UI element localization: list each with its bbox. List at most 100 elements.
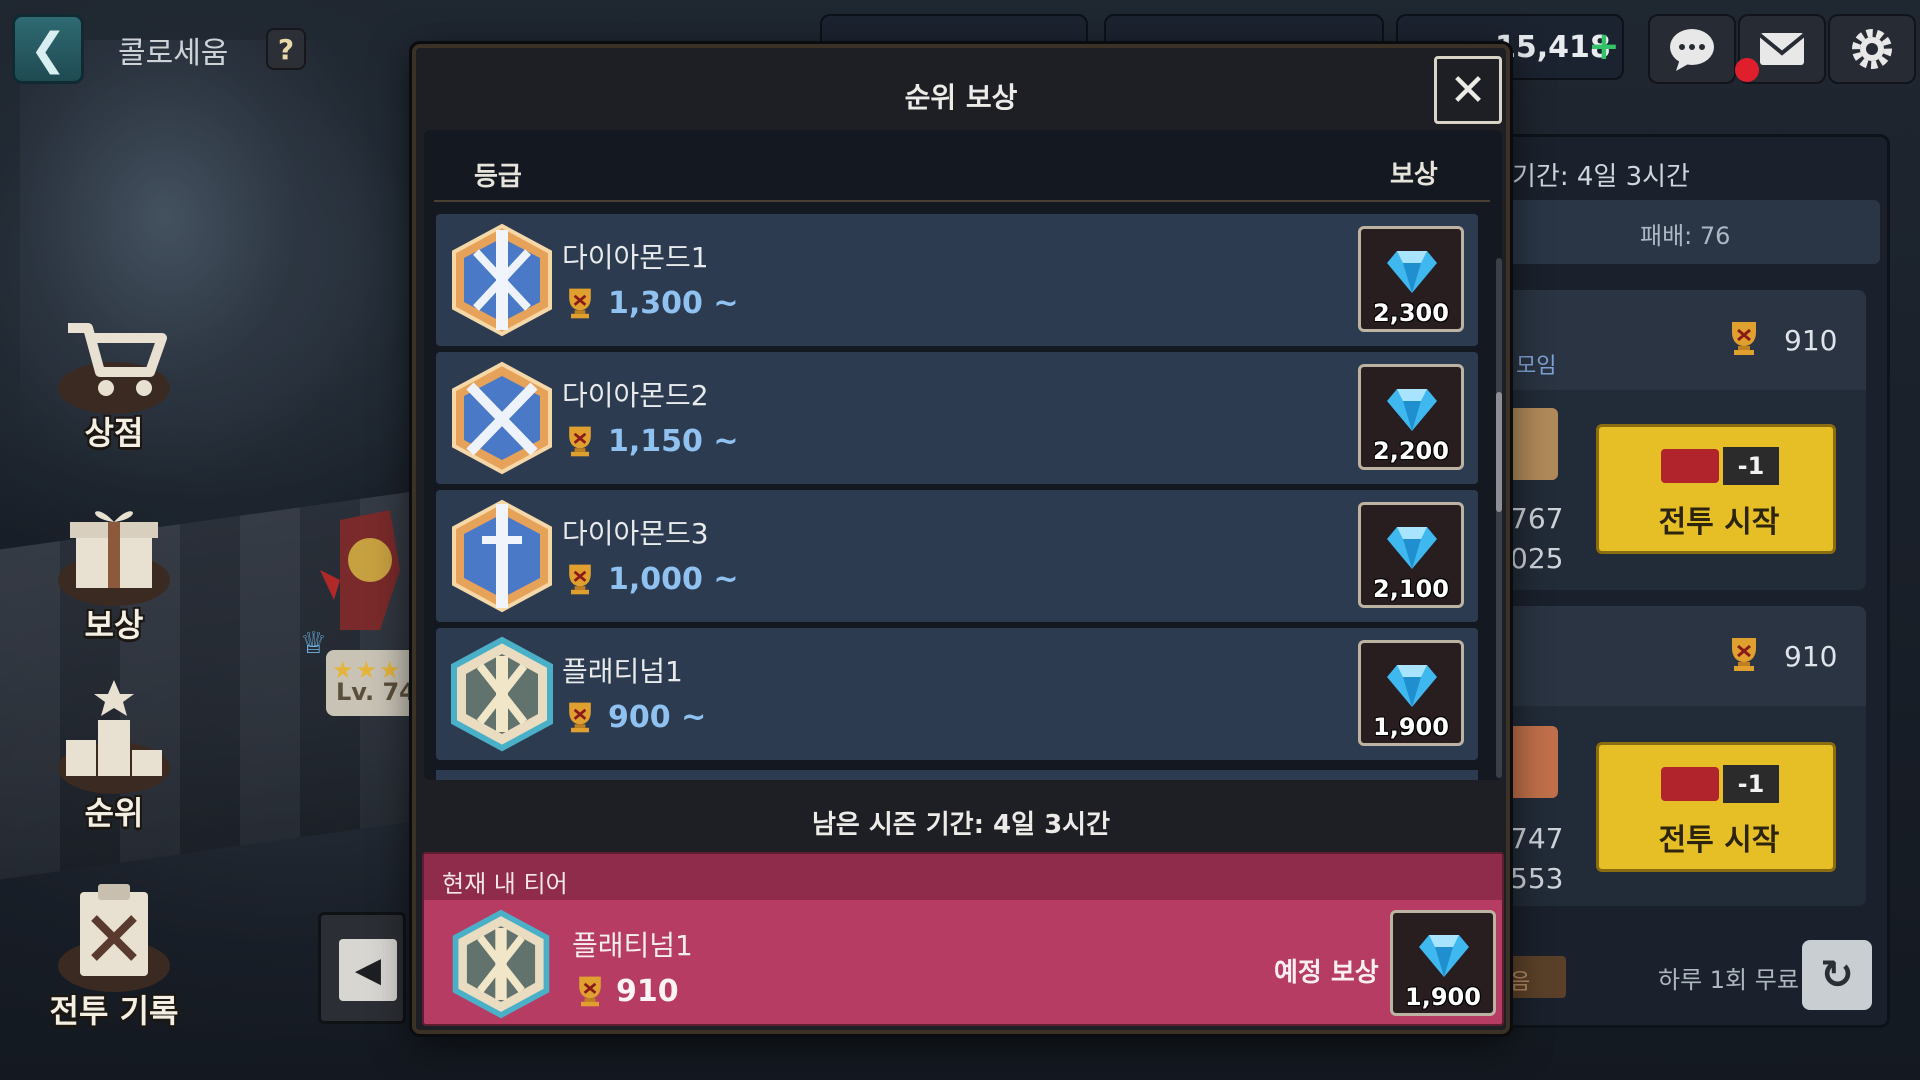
- opponent-stat: 747: [1510, 822, 1564, 855]
- back-button[interactable]: ❮: [12, 14, 84, 84]
- reward-amount: 2,300: [1373, 299, 1449, 327]
- start-battle-button[interactable]: -1 전투 시작: [1596, 424, 1836, 554]
- trophy-icon: [569, 288, 591, 319]
- side-menu-shop[interactable]: 상점: [44, 290, 184, 460]
- settings-button[interactable]: [1828, 14, 1916, 84]
- trophy-icon: [1732, 322, 1756, 355]
- tier-row: 다이아몬드3 1,000 ~ 2,100: [436, 490, 1478, 622]
- envelope-icon: [1758, 33, 1806, 65]
- tier-row: 다이아몬드2 1,150 ~ 2,200: [436, 352, 1478, 484]
- trophy-icon: [569, 702, 591, 733]
- opponent-trophies: 910: [1784, 324, 1838, 357]
- reward-amount: 2,200: [1373, 437, 1449, 465]
- season-period-text: 기간: 4일 3시간: [1512, 162, 1690, 192]
- crown-icon: ♕: [300, 626, 327, 661]
- side-menu-ranking[interactable]: 순위: [44, 670, 184, 840]
- my-tier-points: 910: [616, 974, 679, 1009]
- battle-ticket-icon: [1661, 767, 1719, 801]
- gem-reward-box[interactable]: 2,300: [1358, 226, 1464, 332]
- list-scrollbar-thumb[interactable]: [1496, 392, 1502, 512]
- side-menu-label: 순위: [84, 794, 144, 832]
- chevron-left-icon: ❮: [29, 23, 67, 75]
- loss-count: 패배: 76: [1640, 222, 1731, 250]
- tier-name: 다이아몬드3: [562, 517, 709, 550]
- diamond-tier-3-emblem: [452, 499, 552, 613]
- trophy-icon: [569, 564, 591, 595]
- opponent-trophies: 910: [1784, 640, 1838, 673]
- character-sprite: [320, 510, 400, 630]
- next-tier-row-peek: [436, 770, 1478, 780]
- my-tier-header: 현재 내 티어: [424, 854, 1502, 900]
- free-refresh-label: 하루 1회 무료: [1658, 966, 1799, 994]
- gift-box-icon: [54, 492, 174, 612]
- gem-icon: [1387, 389, 1437, 431]
- reward-amount: 1,900: [1405, 983, 1481, 1011]
- battle-log-icon: [54, 878, 174, 998]
- side-menu-label: 보상: [84, 606, 144, 644]
- tier-name: 플래티넘1: [562, 655, 683, 688]
- side-menu-battle-log[interactable]: 전투 기록: [44, 868, 184, 1038]
- tier-min-points: 1,150 ~: [608, 424, 739, 459]
- arrow-left-icon: ◀: [339, 939, 397, 1001]
- close-button[interactable]: ✕: [1434, 56, 1502, 124]
- gem-reward-box[interactable]: 1,900: [1390, 910, 1496, 1016]
- tier-name: 다이아몬드1: [562, 241, 709, 274]
- gem-icon: [1387, 251, 1437, 293]
- my-tier-panel: 현재 내 티어 플래티넘1 910 예정 보상 1,900: [422, 852, 1504, 1026]
- rank-rewards-modal: 순위 보상 ✕ 등급 보상 다이아몬드1 1,300 ~ 2,300 다이아몬드…: [412, 44, 1510, 1034]
- opponent-avatar: [1506, 726, 1558, 798]
- expected-reward-label: 예정 보상: [1274, 958, 1379, 988]
- gem-icon: [1387, 527, 1437, 569]
- start-battle-label: 전투 시작: [1658, 505, 1780, 540]
- gem-reward-box[interactable]: 2,100: [1358, 502, 1464, 608]
- mail-notification-dot: [1735, 58, 1759, 82]
- side-menu-label: 전투 기록: [49, 992, 179, 1030]
- side-menu-rewards[interactable]: 보상: [44, 482, 184, 652]
- reward-list[interactable]: 등급 보상 다이아몬드1 1,300 ~ 2,300 다이아몬드2 1,150 …: [424, 130, 1502, 780]
- battle-ticket-icon: [1661, 449, 1719, 483]
- gear-icon: [1852, 29, 1892, 69]
- diamond-tier-2-emblem: [452, 361, 552, 475]
- tier-min-points: 1,000 ~: [608, 562, 739, 597]
- tier-min-points: 1,300 ~: [608, 286, 739, 321]
- gem-icon: [1419, 935, 1469, 977]
- opponent-stat: 553: [1510, 862, 1564, 895]
- list-scrollbar-track[interactable]: [1496, 258, 1502, 778]
- grade-column-header: 등급: [474, 162, 522, 192]
- opponent-guild: 모임: [1516, 354, 1557, 379]
- player-character: Lv. 74 ★★★: [320, 510, 426, 720]
- loss-count-bar: 패배: 76: [1500, 200, 1880, 264]
- tier-name: 다이아몬드2: [562, 379, 709, 412]
- close-icon: ✕: [1449, 64, 1487, 116]
- gem-reward-box[interactable]: 1,900: [1358, 640, 1464, 746]
- diamond-tier-1-emblem: [452, 223, 552, 337]
- opponent-stat: 767: [1510, 502, 1564, 535]
- chat-bubble-icon: [1670, 29, 1714, 71]
- chat-button[interactable]: [1648, 14, 1736, 84]
- modal-title: 순위 보상: [904, 81, 1018, 114]
- list-header: 등급 보상: [434, 144, 1490, 202]
- help-button[interactable]: ?: [266, 28, 306, 70]
- ticket-cost: -1: [1723, 447, 1779, 485]
- platinum-tier-1-emblem: [452, 909, 550, 1019]
- prev-page-button[interactable]: ◀: [318, 912, 406, 1024]
- character-stars: ★★★: [332, 656, 403, 684]
- trophy-icon: [569, 426, 591, 457]
- refresh-icon: ↻: [1820, 952, 1854, 998]
- refresh-cost-stub: 음: [1506, 956, 1566, 998]
- screen-title: 콜로세움: [118, 36, 229, 71]
- refresh-button[interactable]: ↻: [1802, 940, 1872, 1010]
- platinum-tier-1-emblem: [451, 636, 553, 752]
- side-menu-label: 상점: [84, 414, 144, 452]
- opponent-avatar: [1506, 408, 1558, 480]
- opponent-stat: 025: [1510, 542, 1564, 575]
- season-remaining: 남은 시즌 기간: 4일 3시간: [811, 810, 1111, 840]
- shop-cart-icon: [54, 300, 174, 420]
- add-gems-button[interactable]: +: [1588, 24, 1620, 68]
- trophy-icon: [579, 976, 601, 1007]
- ticket-cost: -1: [1723, 765, 1779, 803]
- start-battle-button[interactable]: -1 전투 시작: [1596, 742, 1836, 872]
- gem-reward-box[interactable]: 2,200: [1358, 364, 1464, 470]
- tier-row: 플래티넘1 900 ~ 1,900: [436, 628, 1478, 760]
- tier-min-points: 900 ~: [608, 700, 707, 735]
